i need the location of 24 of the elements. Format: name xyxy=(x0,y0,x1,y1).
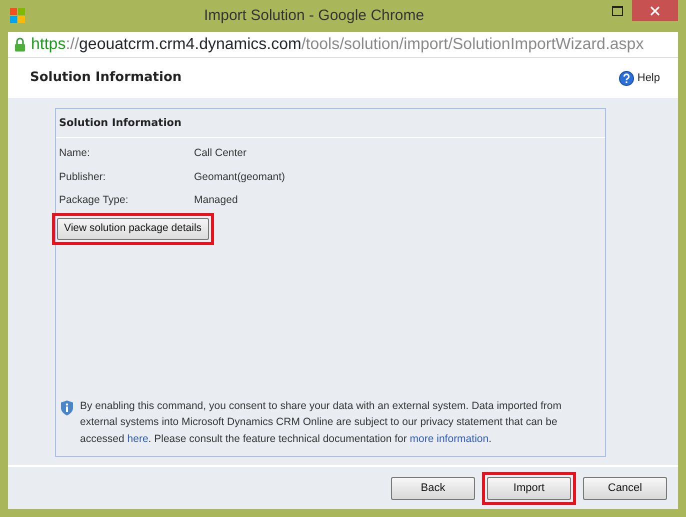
wizard-button[interactable]: Cancel xyxy=(583,476,667,500)
panel-title: Solution Information xyxy=(56,109,605,138)
close-icon xyxy=(650,6,660,16)
maximize-icon xyxy=(612,6,622,16)
info-shield-icon xyxy=(60,400,74,416)
field-value: Managed xyxy=(194,193,238,208)
field-label: Publisher: xyxy=(59,170,107,184)
help-link[interactable]: Help xyxy=(619,70,660,86)
wizard-button[interactable]: Back xyxy=(391,476,475,500)
field-label: Name: xyxy=(59,146,91,161)
help-icon xyxy=(619,70,634,86)
field-value: Geomant(geomant) xyxy=(194,170,286,184)
window-title: Import Solution - Google Chrome xyxy=(202,6,426,26)
field-label: Package Type: xyxy=(59,193,130,208)
field-value: Call Center xyxy=(194,146,247,161)
consent-notice: By enabling this command, you consent to share your data with an external system. Data imported from external systems into Microsoft Dynamics CRM Online are subject to our privacy statement that can be accessed here. Please consult the feature technical documentation for more information. xyxy=(80,398,562,448)
notice-link[interactable]: more information xyxy=(410,433,489,446)
page-title: Solution Information xyxy=(30,69,182,88)
wizard-button[interactable]: Import xyxy=(487,476,571,500)
notice-link[interactable]: here xyxy=(127,433,148,446)
lock-icon xyxy=(14,37,26,52)
app-logo-icon xyxy=(10,8,26,24)
close-button[interactable] xyxy=(632,0,678,21)
details-button[interactable]: View solution package details xyxy=(57,218,209,240)
